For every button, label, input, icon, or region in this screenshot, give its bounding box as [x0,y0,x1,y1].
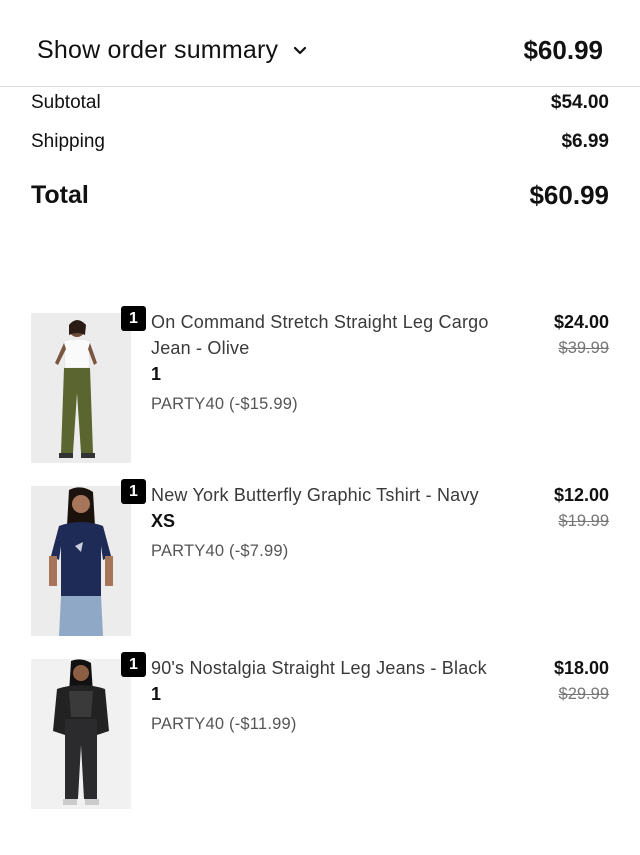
quantity-badge: 1 [121,652,146,677]
subtotal-label: Subtotal [31,92,101,113]
chevron-down-icon [292,42,308,58]
quantity-badge: 1 [121,479,146,504]
item-name[interactable]: 90's Nostalgia Straight Leg Jeans - Blac… [151,655,506,681]
item-variant: 1 [151,364,162,384]
item-price: $18.00 [553,658,609,678]
item-original-price: $19.99 [558,512,609,530]
shipping-label: Shipping [31,131,105,152]
quantity-badge: 1 [121,306,146,331]
toggle-label: Show order summary [37,35,279,64]
product-image[interactable] [31,486,131,636]
line-item: 1 On Command Stretch Straight Leg Cargo … [31,306,609,463]
total-value: $60.99 [529,179,609,210]
product-image[interactable] [31,659,131,809]
item-info: New York Butterfly Graphic Tshirt - Navy… [151,482,506,563]
item-variant: XS [151,511,176,531]
subtotal-row: Subtotal $54.00 [31,89,609,117]
item-discount: PARTY40 (-$7.99) [151,542,289,560]
shipping-row: Shipping $6.99 [31,128,609,156]
line-item: 1 New York Butterfly Graphic Tshirt - Na… [31,479,609,636]
line-item: 1 90's Nostalgia Straight Leg Jeans - Bl… [31,652,609,809]
item-price: $24.00 [553,312,609,332]
order-summary-header: Show order summary $60.99 [0,0,640,87]
item-original-price: $29.99 [558,685,609,703]
show-order-summary-toggle[interactable]: Show order summary [37,31,308,69]
item-original-price: $39.99 [558,339,609,357]
item-name[interactable]: On Command Stretch Straight Leg Cargo Je… [151,309,506,361]
item-prices: $24.00 $39.99 [554,309,609,361]
item-discount: PARTY40 (-$15.99) [151,395,298,413]
total-label: Total [31,180,89,209]
item-price: $12.00 [553,485,609,505]
item-info: 90's Nostalgia Straight Leg Jeans - Blac… [151,655,506,736]
product-image[interactable] [31,313,131,463]
subtotal-value: $54.00 [550,92,609,113]
shipping-value: $6.99 [561,131,609,152]
item-prices: $12.00 $19.99 [554,482,609,534]
item-info: On Command Stretch Straight Leg Cargo Je… [151,309,506,416]
item-prices: $18.00 $29.99 [554,655,609,707]
item-variant: 1 [151,684,162,704]
item-discount: PARTY40 (-$11.99) [151,715,297,733]
item-name[interactable]: New York Butterfly Graphic Tshirt - Navy [151,482,506,508]
header-total: $60.99 [523,35,603,65]
total-row: Total $60.99 [31,178,609,212]
